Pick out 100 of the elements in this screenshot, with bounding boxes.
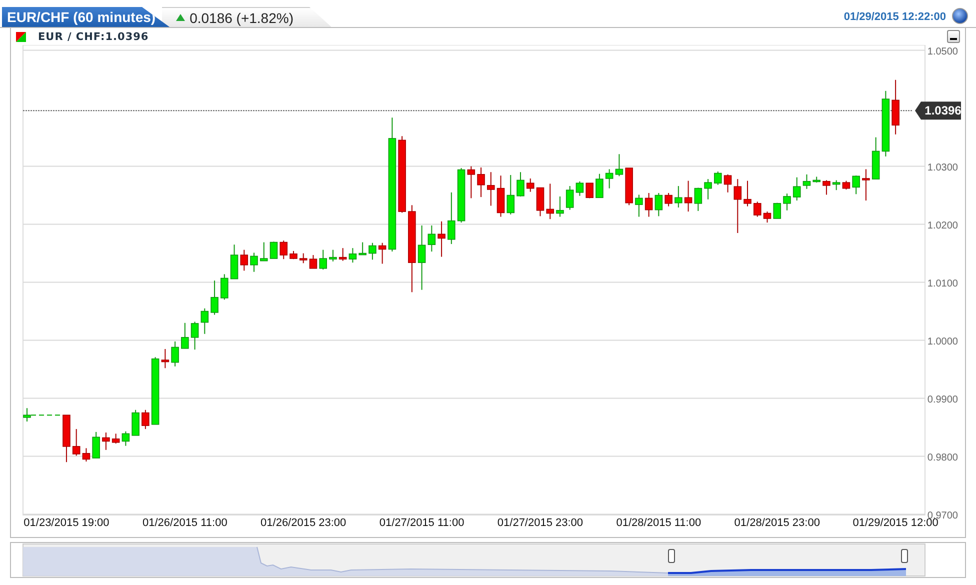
candlestick bbox=[694, 187, 702, 212]
candlestick bbox=[862, 168, 870, 202]
axis-label: 0.9800 bbox=[927, 452, 958, 464]
candlestick bbox=[142, 409, 150, 430]
candlestick bbox=[714, 171, 722, 186]
candlestick bbox=[586, 182, 594, 199]
candlestick bbox=[250, 252, 258, 272]
candlestick bbox=[773, 202, 782, 219]
candlestick bbox=[734, 178, 742, 234]
candlestick bbox=[625, 168, 633, 206]
candlestick bbox=[190, 321, 199, 350]
candlestick bbox=[368, 242, 376, 260]
candlestick bbox=[428, 224, 436, 252]
candlestick bbox=[546, 183, 554, 220]
candlestick bbox=[792, 176, 801, 202]
candlestick bbox=[822, 180, 830, 196]
candlestick bbox=[635, 194, 643, 218]
candlestick bbox=[210, 280, 218, 316]
candlestick bbox=[82, 448, 90, 462]
axis-label: 01/27/2015 23:00 bbox=[497, 517, 584, 529]
candlestick bbox=[122, 430, 130, 446]
candlestick bbox=[319, 249, 327, 270]
timestamp: 01/29/2015 12:22:00 bbox=[844, 10, 946, 22]
candlestick bbox=[132, 409, 140, 436]
candlestick bbox=[496, 175, 505, 218]
candlestick bbox=[171, 340, 179, 367]
candlestick bbox=[674, 186, 682, 208]
ref-line-label: 1.0396 bbox=[924, 104, 962, 118]
candlestick bbox=[753, 201, 762, 218]
candlestick bbox=[487, 172, 495, 206]
refresh-button[interactable] bbox=[952, 8, 968, 24]
candlestick bbox=[882, 90, 890, 157]
series-legend: EUR / CHF:1.0396 bbox=[38, 30, 149, 42]
candlestick bbox=[230, 244, 238, 280]
axis-label: 01/29/2015 12:00 bbox=[852, 517, 938, 529]
candlestick bbox=[161, 348, 170, 369]
candlestick bbox=[467, 166, 476, 199]
candlestick bbox=[112, 433, 120, 444]
candlestick bbox=[506, 174, 515, 215]
range-handle[interactable] bbox=[668, 549, 675, 563]
candlestick bbox=[842, 180, 850, 190]
gap-line bbox=[30, 414, 63, 416]
candlestick bbox=[605, 168, 614, 189]
candlestick bbox=[220, 274, 228, 300]
candlestick bbox=[704, 178, 712, 200]
price-tag: 1.0396 bbox=[915, 102, 961, 120]
candlestick bbox=[802, 174, 811, 190]
candlestick bbox=[348, 248, 357, 264]
candlestick bbox=[299, 252, 308, 264]
axis-label: 01/28/2015 23:00 bbox=[734, 517, 820, 529]
candlestick bbox=[418, 224, 426, 290]
axis-label: 1.0300 bbox=[927, 162, 958, 174]
candlestick bbox=[448, 192, 456, 245]
candlestick bbox=[644, 192, 653, 218]
candlestick bbox=[526, 178, 534, 192]
candlestick bbox=[329, 249, 337, 262]
candlestick bbox=[536, 187, 544, 217]
candlestick bbox=[438, 220, 446, 258]
range-handle[interactable] bbox=[901, 549, 908, 563]
axis-label: 01/28/2015 11:00 bbox=[616, 517, 702, 529]
candlestick bbox=[763, 211, 772, 224]
candlestick bbox=[338, 248, 347, 262]
candlestick bbox=[872, 136, 880, 180]
candlestick bbox=[654, 192, 663, 217]
candlestick bbox=[151, 356, 160, 425]
candlestick bbox=[23, 408, 31, 422]
candlestick bbox=[892, 79, 900, 135]
candlestick bbox=[290, 250, 298, 260]
axis-label: 1.0500 bbox=[927, 46, 958, 58]
candlestick bbox=[72, 428, 80, 456]
candlestick bbox=[457, 168, 466, 224]
candlestick bbox=[556, 196, 564, 218]
candlestick bbox=[240, 249, 248, 272]
candlestick bbox=[783, 193, 791, 211]
axis-label: 01/27/2015 11:00 bbox=[379, 517, 464, 529]
minimize-button[interactable] bbox=[947, 30, 960, 43]
candlestick bbox=[62, 414, 70, 463]
candlestick bbox=[615, 154, 624, 177]
candlestick bbox=[832, 180, 840, 191]
candlestick bbox=[684, 180, 692, 212]
axis-label: 01/26/2015 23:00 bbox=[260, 517, 346, 529]
candlestick bbox=[576, 180, 584, 196]
axis-label: 01/23/2015 19:00 bbox=[24, 517, 110, 529]
candlestick bbox=[852, 175, 860, 195]
candlestick bbox=[102, 432, 110, 450]
candlestick bbox=[270, 241, 278, 260]
candlestick bbox=[358, 242, 366, 256]
candlestick bbox=[516, 172, 524, 197]
candlestick bbox=[200, 308, 209, 334]
candlestick bbox=[596, 173, 604, 198]
candlestick bbox=[181, 322, 189, 349]
candlestick bbox=[378, 242, 386, 264]
candlestick bbox=[280, 240, 288, 260]
candlestick bbox=[812, 176, 820, 184]
chart-title-tab[interactable]: EUR/CHF (60 minutes) bbox=[2, 7, 170, 27]
candlestick bbox=[309, 254, 318, 269]
candlestick bbox=[724, 174, 732, 193]
axis-label: 1.0000 bbox=[927, 336, 958, 348]
axis-label: 1.0200 bbox=[927, 220, 958, 232]
price-change: 0.0186 (+1.82%) bbox=[190, 10, 294, 26]
